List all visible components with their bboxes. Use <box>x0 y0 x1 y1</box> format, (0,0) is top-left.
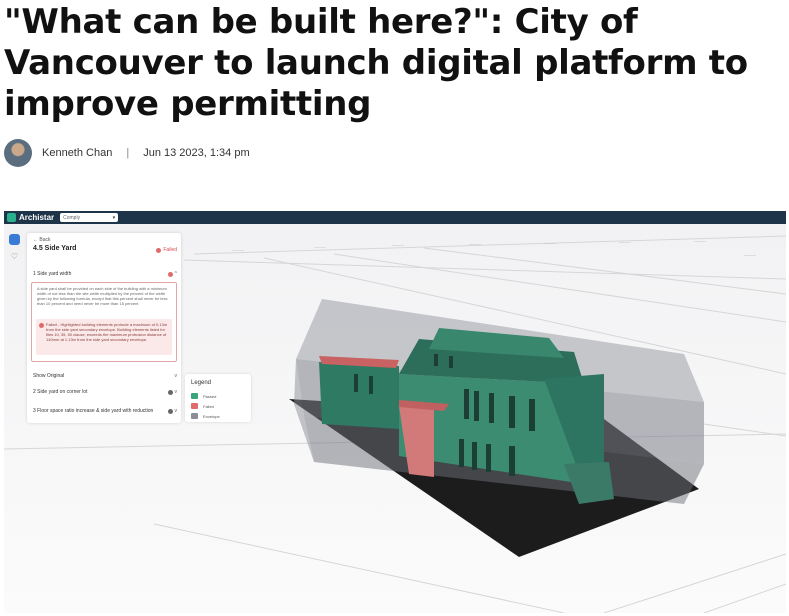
info-dot-icon <box>167 389 173 395</box>
failed-dot-icon <box>167 271 173 277</box>
info-dot-icon <box>167 408 173 414</box>
chevron-down-icon: v <box>174 373 178 379</box>
svg-text:———: ——— <box>544 240 556 245</box>
mode-select[interactable]: Comply ▾ <box>60 213 119 222</box>
svg-text:———: ——— <box>744 252 756 257</box>
section-corner-lot[interactable]: 2 Side yard on corner lot v <box>33 389 177 395</box>
section-side-yard-width[interactable]: 1 Side yard width ^ <box>33 271 177 277</box>
app-topbar: Archistar Comply ▾ <box>4 211 786 224</box>
envelope-swatch <box>191 413 198 419</box>
show-original-label: Show Original <box>33 373 65 379</box>
app-name: Archistar <box>19 213 55 222</box>
section3-label: 3 Floor space ratio increase & side yard… <box>33 408 154 414</box>
author-name[interactable]: Kenneth Chan <box>42 147 112 159</box>
status-label: Failed <box>163 247 177 253</box>
compliance-panel: ← Back 4.5 Side Yard Failed 1 Side yard … <box>27 233 181 423</box>
back-link[interactable]: ← Back <box>33 237 51 243</box>
section1-description: A side yard shall be provided on each si… <box>37 286 168 306</box>
mode-select-value: Comply <box>63 214 81 221</box>
chevron-down-icon: v <box>174 389 178 395</box>
section-floor-space-ratio[interactable]: 3 Floor space ratio increase & side yard… <box>33 408 177 414</box>
legend-label: Passed <box>203 393 217 399</box>
passed-swatch <box>191 393 198 399</box>
legend-title: Legend <box>191 380 212 386</box>
archistar-logo-icon <box>7 213 16 222</box>
legend-panel: Legend Passed Failed Envelope <box>185 374 251 422</box>
archistar-logo[interactable]: Archistar <box>7 213 54 222</box>
section1-details: A side yard shall be provided on each si… <box>31 282 177 362</box>
failed-swatch <box>191 403 198 409</box>
svg-text:———: ——— <box>314 244 326 249</box>
panel-title: 4.5 Side Yard <box>33 245 77 252</box>
heart-icon[interactable]: ♡ <box>9 251 20 262</box>
fail-message: Failed - Highlighted building elements p… <box>46 322 168 342</box>
section1-label: 1 Side yard width <box>33 271 72 277</box>
chevron-up-icon: ^ <box>174 271 177 277</box>
svg-text:———: ——— <box>694 238 706 243</box>
show-original-toggle[interactable]: Show Original v <box>33 373 177 379</box>
legend-item-passed: Passed <box>191 393 216 399</box>
left-toolbar: ♡ <box>4 224 26 424</box>
fail-message-box: Failed - Highlighted building elements p… <box>36 319 172 355</box>
svg-text:———: ——— <box>232 247 244 252</box>
svg-text:———: ——— <box>392 242 404 247</box>
section2-label: 2 Side yard on corner lot <box>33 389 88 395</box>
failed-dot-icon <box>39 323 44 328</box>
article-title: "What can be built here?": City of Vanco… <box>4 2 748 124</box>
svg-text:———: ——— <box>619 239 631 244</box>
layers-button[interactable] <box>9 234 20 245</box>
chevron-down-icon: ▾ <box>112 214 116 221</box>
byline: Kenneth Chan | Jun 13 2023, 1:34 pm <box>4 138 250 168</box>
author-avatar[interactable] <box>4 139 32 167</box>
legend-label: Envelope <box>203 413 220 419</box>
byline-separator: | <box>126 147 130 159</box>
legend-item-envelope: Envelope <box>191 413 220 419</box>
legend-label: Failed <box>203 403 214 409</box>
status-badge: Failed <box>156 247 177 253</box>
article-image-archistar-screenshot: ——— ——— ——— ——— ——— ——— ——— ——— Archista… <box>4 211 786 613</box>
legend-item-failed: Failed <box>191 403 214 409</box>
svg-text:———: ——— <box>469 241 481 246</box>
failed-dot-icon <box>156 247 162 253</box>
publish-date: Jun 13 2023, 1:34 pm <box>143 147 250 159</box>
back-label: Back <box>39 237 51 243</box>
chevron-down-icon: v <box>174 408 178 414</box>
